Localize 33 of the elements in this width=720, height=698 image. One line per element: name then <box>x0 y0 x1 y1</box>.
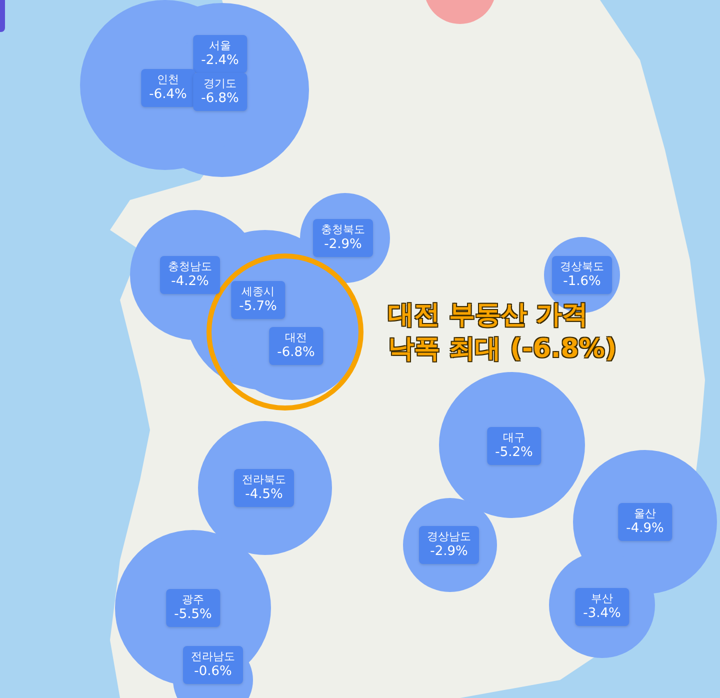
price-change: -5.7% <box>239 298 277 315</box>
price-change: -4.5% <box>244 486 284 503</box>
region-name: 전라북도 <box>242 473 286 487</box>
price-change: -5.2% <box>495 444 533 461</box>
price-change: -4.9% <box>626 520 664 537</box>
price-change: -6.8% <box>277 344 315 361</box>
price-change: -2.4% <box>201 52 239 69</box>
annotation-text: 낙폭 최대 (-6.8%) <box>388 333 617 366</box>
price-change: -5.5% <box>174 606 212 623</box>
region-name: 충청남도 <box>168 260 212 274</box>
region-name: 전라남도 <box>191 650 235 664</box>
price-change: -4.2% <box>170 274 210 290</box>
region-name: 인천 <box>156 73 180 87</box>
region-name: 경상남도 <box>427 530 471 544</box>
price-change: -2.9% <box>323 236 363 253</box>
region-name: 광주 <box>181 593 205 607</box>
annotation-text: 대전 부동산 가격 <box>388 299 590 332</box>
price-change: -2.9% <box>429 544 469 560</box>
price-change: -0.6% <box>193 664 233 680</box>
region-name: 울산 <box>633 507 657 521</box>
region-name: 경기도 <box>202 77 238 91</box>
region-name: 충청북도 <box>321 223 365 237</box>
region-name: 경상북도 <box>560 260 604 274</box>
region-name: 서울 <box>208 39 232 53</box>
region-name: 세종시 <box>240 285 276 299</box>
price-change: -3.4% <box>583 606 621 622</box>
price-change: -6.4% <box>149 86 187 103</box>
panel-toggle[interactable] <box>0 0 5 32</box>
price-change: -6.8% <box>201 90 239 107</box>
region-name: 대구 <box>502 431 526 445</box>
region-name: 대전 <box>284 331 308 345</box>
region-name: 부산 <box>590 592 614 606</box>
price-change: -1.6% <box>562 274 602 290</box>
